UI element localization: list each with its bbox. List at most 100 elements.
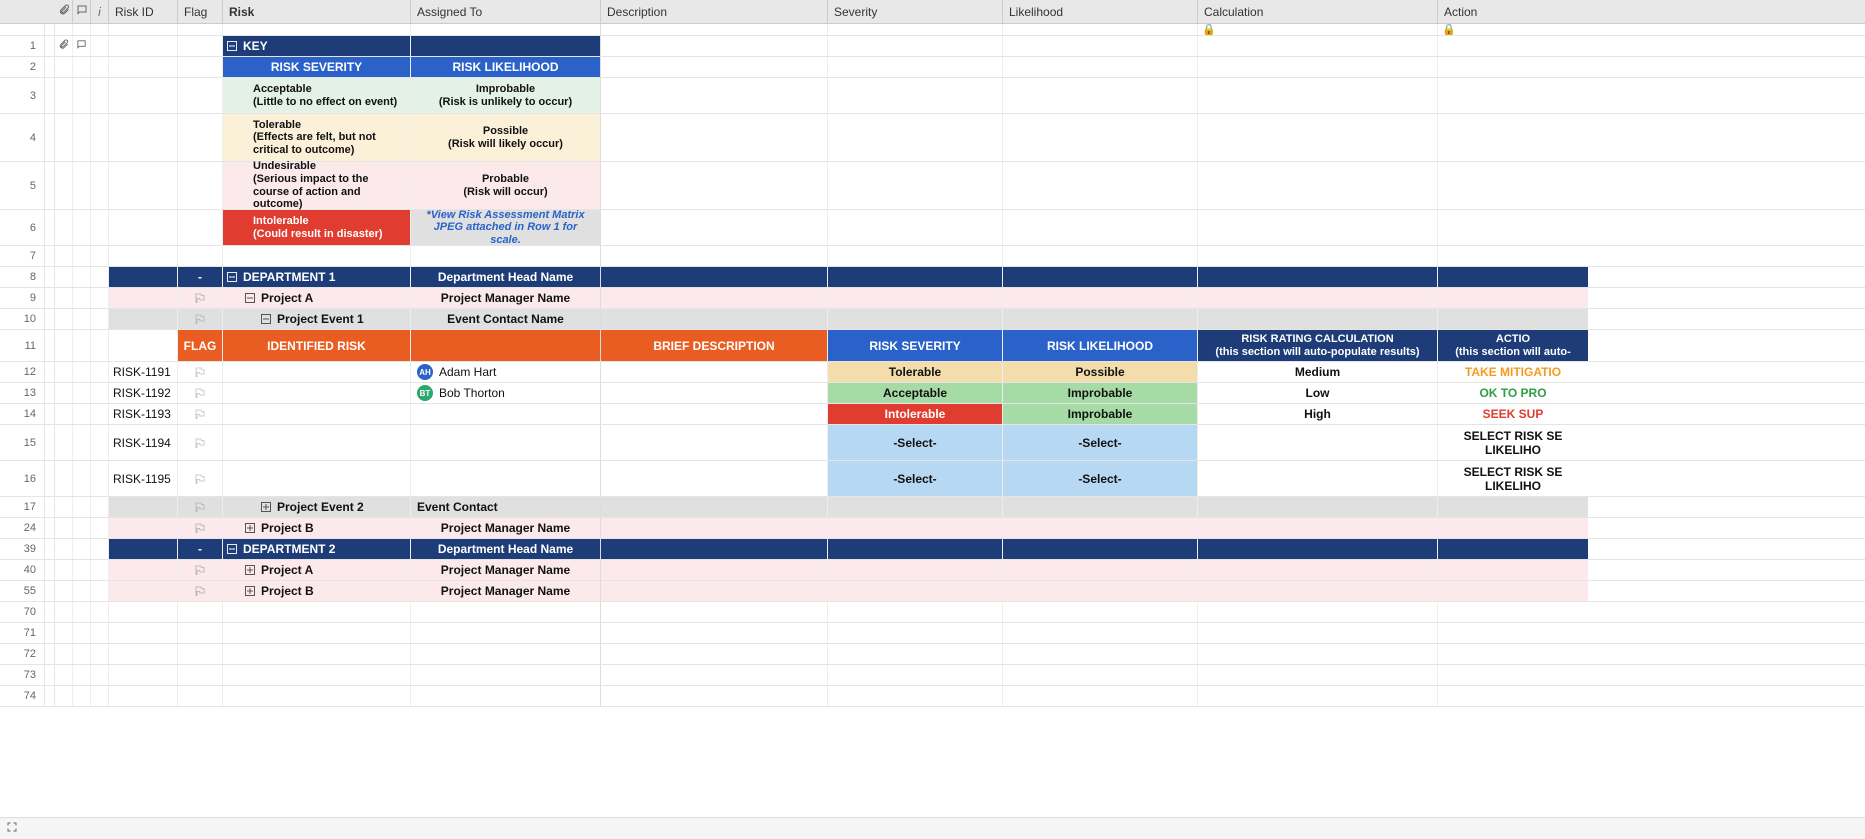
col-risk-id[interactable]: Risk ID xyxy=(109,0,178,23)
flag-icon[interactable] xyxy=(194,522,206,534)
row-number[interactable]: 6 xyxy=(0,210,45,245)
risk-id-cell[interactable]: RISK-1193 xyxy=(109,404,178,424)
col-attach[interactable] xyxy=(55,0,73,23)
risk-cell[interactable] xyxy=(223,362,411,382)
col-calculation[interactable]: Calculation xyxy=(1198,0,1438,23)
department-row[interactable]: 39 - DEPARTMENT 2 Department Head Name xyxy=(0,539,1865,560)
likelihood-cell[interactable]: -Select- xyxy=(1003,461,1198,496)
assigned-cell[interactable]: BTBob Thorton xyxy=(411,383,601,403)
row-number[interactable]: 5 xyxy=(0,162,45,209)
col-assigned[interactable]: Assigned To xyxy=(411,0,601,23)
data-row[interactable]: 71 xyxy=(0,623,1865,644)
assigned-cell[interactable]: AHAdam Hart xyxy=(411,362,601,382)
row-number[interactable]: 55 xyxy=(0,581,45,601)
flag-icon[interactable] xyxy=(194,408,206,420)
col-description[interactable]: Description xyxy=(601,0,828,23)
assigned-cell[interactable] xyxy=(411,461,601,496)
flag-icon[interactable] xyxy=(194,501,206,513)
col-severity[interactable]: Severity xyxy=(828,0,1003,23)
row-number[interactable]: 17 xyxy=(0,497,45,517)
project-title[interactable]: Project A xyxy=(223,560,411,580)
data-row[interactable]: 5 Undesirable (Serious impact to the cou… xyxy=(0,162,1865,210)
risk-id-cell[interactable]: RISK-1194 xyxy=(109,425,178,460)
flag-icon[interactable] xyxy=(194,387,206,399)
expand-icon[interactable] xyxy=(245,523,255,533)
expand-icon[interactable] xyxy=(261,502,271,512)
col-flag[interactable]: Flag xyxy=(178,0,223,23)
risk-id-cell[interactable]: RISK-1192 xyxy=(109,383,178,403)
risk-cell[interactable] xyxy=(223,404,411,424)
row-number[interactable]: 73 xyxy=(0,665,45,685)
description-cell[interactable] xyxy=(601,404,828,424)
severity-cell[interactable]: Acceptable xyxy=(828,383,1003,403)
flag-icon[interactable] xyxy=(194,564,206,576)
row-number[interactable]: 15 xyxy=(0,425,45,460)
project-row[interactable]: 9 Project A Project Manager Name xyxy=(0,288,1865,309)
row-number[interactable]: 10 xyxy=(0,309,45,329)
row-number[interactable]: 2 xyxy=(0,57,45,77)
likelihood-cell[interactable]: Improbable xyxy=(1003,404,1198,424)
event-title[interactable]: Project Event 2 xyxy=(223,497,411,517)
col-risk[interactable]: Risk xyxy=(223,0,411,23)
collapse-icon[interactable] xyxy=(245,293,255,303)
fullscreen-icon[interactable] xyxy=(6,821,18,836)
risk-cell[interactable] xyxy=(223,425,411,460)
department-row[interactable]: 8 - DEPARTMENT 1 Department Head Name xyxy=(0,267,1865,288)
risk-id-cell[interactable]: RISK-1195 xyxy=(109,461,178,496)
flag-icon[interactable] xyxy=(194,473,206,485)
col-comment[interactable] xyxy=(73,0,91,23)
severity-cell[interactable]: -Select- xyxy=(828,461,1003,496)
col-info[interactable]: i xyxy=(91,0,109,23)
severity-cell[interactable]: -Select- xyxy=(828,425,1003,460)
row-number[interactable]: 13 xyxy=(0,383,45,403)
data-row[interactable]: 1 KEY xyxy=(0,36,1865,57)
comment-icon[interactable] xyxy=(76,39,87,53)
row-number[interactable]: 1 xyxy=(0,36,45,56)
row-number[interactable]: 72 xyxy=(0,644,45,664)
row-number[interactable]: 40 xyxy=(0,560,45,580)
risk-row[interactable]: 14 RISK-1193 Intolerable Improbable High… xyxy=(0,404,1865,425)
risk-row[interactable]: 12 RISK-1191 AHAdam Hart Tolerable Possi… xyxy=(0,362,1865,383)
expand-icon[interactable] xyxy=(245,565,255,575)
expand-icon[interactable] xyxy=(245,586,255,596)
collapse-icon[interactable] xyxy=(261,314,271,324)
project-row[interactable]: 24 Project B Project Manager Name xyxy=(0,518,1865,539)
event-title[interactable]: Project Event 1 xyxy=(223,309,411,329)
dept-title[interactable]: DEPARTMENT 2 xyxy=(223,539,411,559)
key-header[interactable]: KEY xyxy=(223,36,411,56)
row-number[interactable]: 74 xyxy=(0,686,45,706)
collapse-icon[interactable] xyxy=(227,544,237,554)
event-row[interactable]: 17 Project Event 2 Event Contact xyxy=(0,497,1865,518)
row-number[interactable]: 14 xyxy=(0,404,45,424)
project-title[interactable]: Project B xyxy=(223,518,411,538)
row-number[interactable]: 39 xyxy=(0,539,45,559)
description-cell[interactable] xyxy=(601,383,828,403)
project-title[interactable]: Project A xyxy=(223,288,411,308)
data-row[interactable]: 74 xyxy=(0,686,1865,707)
risk-row[interactable]: 13 RISK-1192 BTBob Thorton Acceptable Im… xyxy=(0,383,1865,404)
collapse-icon[interactable] xyxy=(227,41,237,51)
dept-title[interactable]: DEPARTMENT 1 xyxy=(223,267,411,287)
row-number[interactable]: 24 xyxy=(0,518,45,538)
project-title[interactable]: Project B xyxy=(223,581,411,601)
data-row[interactable]: 72 xyxy=(0,644,1865,665)
risk-row[interactable]: 15 RISK-1194 -Select- -Select- SELECT RI… xyxy=(0,425,1865,461)
row-number[interactable]: 4 xyxy=(0,114,45,161)
col-likelihood[interactable]: Likelihood xyxy=(1003,0,1198,23)
likelihood-cell[interactable]: Possible xyxy=(1003,362,1198,382)
collapse-icon[interactable] xyxy=(227,272,237,282)
description-cell[interactable] xyxy=(601,461,828,496)
risk-cell[interactable] xyxy=(223,383,411,403)
project-row[interactable]: 55 Project B Project Manager Name xyxy=(0,581,1865,602)
paperclip-icon[interactable] xyxy=(58,39,69,53)
data-row[interactable]: 70 xyxy=(0,602,1865,623)
row-number[interactable]: 8 xyxy=(0,267,45,287)
data-row[interactable]: 6 Intolerable (Could result in disaster)… xyxy=(0,210,1865,246)
row-number[interactable]: 7 xyxy=(0,246,45,266)
data-row[interactable]: 73 xyxy=(0,665,1865,686)
project-row[interactable]: 40 Project A Project Manager Name xyxy=(0,560,1865,581)
likelihood-cell[interactable]: Improbable xyxy=(1003,383,1198,403)
risk-id-cell[interactable]: RISK-1191 xyxy=(109,362,178,382)
row-number[interactable]: 3 xyxy=(0,78,45,113)
row-number[interactable]: 9 xyxy=(0,288,45,308)
